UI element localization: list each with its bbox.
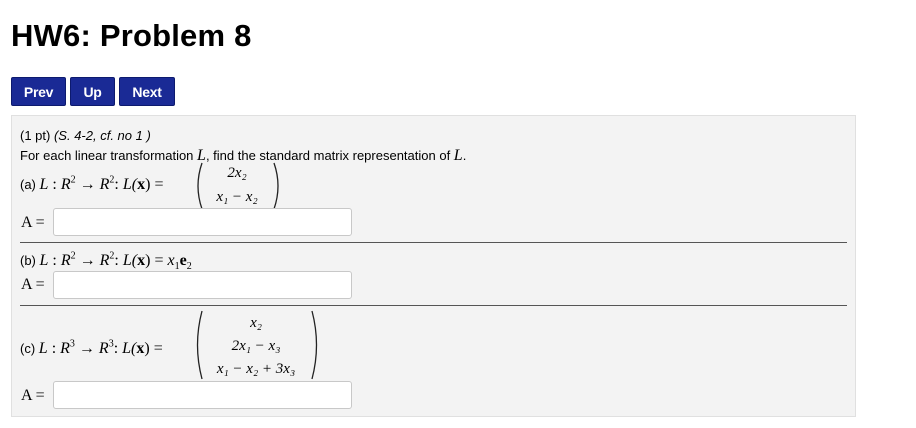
points-label: (1 pt) — [20, 128, 54, 143]
part-c-matrix-row-3: x₁ − x₂ + 3x₃ — [216, 361, 296, 377]
problem-nav: Prev Up Next — [11, 77, 175, 106]
part-a-colon-2: : — [114, 176, 123, 193]
part-b-x: x — [137, 252, 146, 269]
instruction-end: . — [462, 148, 467, 163]
part-b-eq: ) = — [145, 252, 168, 269]
prev-button[interactable]: Prev — [11, 77, 66, 106]
part-c-codomain: R — [98, 340, 109, 357]
part-c-matrix-row-1: x₂ — [250, 315, 262, 331]
part-c-domain: R — [60, 340, 70, 357]
part-a-eq: ) = — [145, 176, 164, 193]
page-title: HW6: Problem 8 — [11, 18, 252, 53]
answer-b-input[interactable] — [53, 271, 352, 299]
instruction-var-2: L — [453, 147, 463, 164]
part-a-arrow: → — [75, 176, 100, 193]
part-b-rhs-x: x — [167, 252, 175, 269]
answer-c-input[interactable] — [53, 381, 352, 409]
part-b-Lx: L( — [122, 252, 138, 269]
answer-a-input[interactable] — [53, 208, 352, 236]
part-c-matrix-row-2: 2x₁ − x₃ — [231, 338, 281, 354]
part-c-L: L — [38, 340, 48, 357]
right-paren-icon — [273, 162, 279, 210]
part-a-matrix: 2x₂ x₁ − x₂ — [192, 161, 302, 211]
source-citation: (S. 4-2, cf. no 1 ) — [53, 128, 151, 143]
part-a-Lx: L( — [122, 176, 138, 193]
part-c-tag: (c) — [20, 341, 39, 356]
problem-panel: (1 pt) (S. 4-2, cf. no 1 ) For each line… — [11, 115, 856, 417]
part-a-codomain: R — [99, 176, 110, 193]
up-button[interactable]: Up — [70, 77, 115, 106]
part-c-Lx: L( — [122, 340, 137, 357]
section-divider — [20, 242, 847, 243]
part-b-codomain: R — [99, 252, 110, 269]
answer-a-label: A = — [21, 214, 45, 231]
part-b-arrow: → — [75, 252, 100, 269]
part-b-statement: (b) L : R2 → R2: L(x) = x1e2 — [20, 251, 192, 272]
part-b-tag: (b) — [20, 253, 40, 268]
part-b-domain: R — [60, 252, 71, 269]
right-paren-icon — [311, 310, 318, 380]
answer-b-label: A = — [21, 276, 45, 293]
instruction-text: For each linear transformation — [20, 148, 198, 163]
part-c-colon-2: : — [113, 340, 123, 357]
part-a-x: x — [137, 176, 146, 193]
part-c-arrow: → — [74, 340, 99, 357]
part-a-tag: (a) — [20, 177, 40, 192]
part-a-colon: : — [48, 176, 61, 193]
part-c-colon: : — [47, 340, 61, 357]
part-c-statement: (c) L : R3 → R3: L(x) = — [20, 339, 163, 358]
part-a-matrix-row-2: x₁ − x₂ — [216, 189, 258, 205]
answer-c-label: A = — [21, 387, 45, 404]
part-b-colon-2: : — [114, 252, 123, 269]
part-c-eq: ) = — [144, 340, 163, 357]
part-a-matrix-row-1: 2x₂ — [227, 165, 247, 181]
problem-meta: (1 pt) (S. 4-2, cf. no 1 ) — [20, 128, 151, 143]
part-a-statement: (a) L : R2 → R2: L(x) = — [20, 175, 164, 194]
section-divider — [20, 305, 847, 306]
part-b-colon: : — [48, 252, 61, 269]
part-a-domain: R — [60, 176, 71, 193]
part-b-rhs-e: e — [179, 252, 187, 269]
part-c-matrix: x₂ 2x₁ − x₃ x₁ − x₂ + 3x₃ — [192, 309, 322, 381]
next-button[interactable]: Next — [119, 77, 175, 106]
